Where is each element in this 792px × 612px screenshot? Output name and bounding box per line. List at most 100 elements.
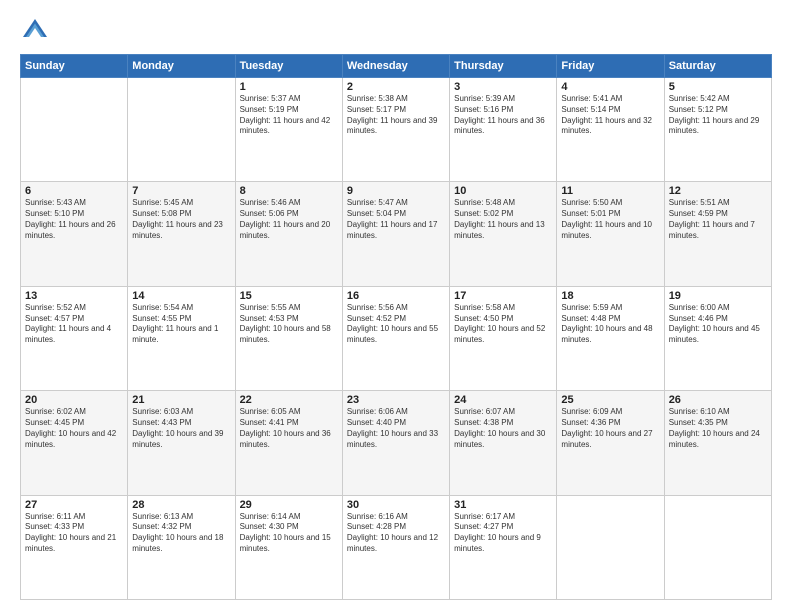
cell-info: Sunrise: 6:10 AMSunset: 4:35 PMDaylight:… — [669, 407, 767, 450]
weekday-header-row: SundayMondayTuesdayWednesdayThursdayFrid… — [21, 55, 772, 78]
calendar-cell: 22Sunrise: 6:05 AMSunset: 4:41 PMDayligh… — [235, 391, 342, 495]
calendar-cell: 15Sunrise: 5:55 AMSunset: 4:53 PMDayligh… — [235, 286, 342, 390]
day-number: 9 — [347, 185, 445, 197]
day-number: 4 — [561, 81, 659, 93]
day-number: 22 — [240, 394, 338, 406]
day-number: 20 — [25, 394, 123, 406]
day-number: 2 — [347, 81, 445, 93]
day-number: 8 — [240, 185, 338, 197]
cell-info: Sunrise: 6:16 AMSunset: 4:28 PMDaylight:… — [347, 512, 445, 555]
calendar-cell: 30Sunrise: 6:16 AMSunset: 4:28 PMDayligh… — [342, 495, 449, 599]
calendar-cell — [557, 495, 664, 599]
header — [20, 16, 772, 46]
weekday-saturday: Saturday — [664, 55, 771, 78]
day-number: 5 — [669, 81, 767, 93]
cell-info: Sunrise: 6:03 AMSunset: 4:43 PMDaylight:… — [132, 407, 230, 450]
cell-info: Sunrise: 6:11 AMSunset: 4:33 PMDaylight:… — [25, 512, 123, 555]
week-row-3: 13Sunrise: 5:52 AMSunset: 4:57 PMDayligh… — [21, 286, 772, 390]
day-number: 18 — [561, 290, 659, 302]
cell-info: Sunrise: 5:58 AMSunset: 4:50 PMDaylight:… — [454, 303, 552, 346]
logo-icon — [20, 16, 50, 46]
calendar-cell: 16Sunrise: 5:56 AMSunset: 4:52 PMDayligh… — [342, 286, 449, 390]
calendar-cell: 26Sunrise: 6:10 AMSunset: 4:35 PMDayligh… — [664, 391, 771, 495]
weekday-monday: Monday — [128, 55, 235, 78]
cell-info: Sunrise: 5:48 AMSunset: 5:02 PMDaylight:… — [454, 198, 552, 241]
day-number: 1 — [240, 81, 338, 93]
calendar-cell: 6Sunrise: 5:43 AMSunset: 5:10 PMDaylight… — [21, 182, 128, 286]
cell-info: Sunrise: 6:07 AMSunset: 4:38 PMDaylight:… — [454, 407, 552, 450]
cell-info: Sunrise: 5:56 AMSunset: 4:52 PMDaylight:… — [347, 303, 445, 346]
cell-info: Sunrise: 6:05 AMSunset: 4:41 PMDaylight:… — [240, 407, 338, 450]
cell-info: Sunrise: 5:52 AMSunset: 4:57 PMDaylight:… — [25, 303, 123, 346]
day-number: 12 — [669, 185, 767, 197]
calendar-cell: 8Sunrise: 5:46 AMSunset: 5:06 PMDaylight… — [235, 182, 342, 286]
weekday-sunday: Sunday — [21, 55, 128, 78]
cell-info: Sunrise: 5:43 AMSunset: 5:10 PMDaylight:… — [25, 198, 123, 241]
cell-info: Sunrise: 5:59 AMSunset: 4:48 PMDaylight:… — [561, 303, 659, 346]
calendar-cell: 12Sunrise: 5:51 AMSunset: 4:59 PMDayligh… — [664, 182, 771, 286]
calendar-cell: 14Sunrise: 5:54 AMSunset: 4:55 PMDayligh… — [128, 286, 235, 390]
calendar-cell: 10Sunrise: 5:48 AMSunset: 5:02 PMDayligh… — [450, 182, 557, 286]
calendar-cell: 2Sunrise: 5:38 AMSunset: 5:17 PMDaylight… — [342, 78, 449, 182]
day-number: 10 — [454, 185, 552, 197]
calendar-cell: 9Sunrise: 5:47 AMSunset: 5:04 PMDaylight… — [342, 182, 449, 286]
calendar-cell — [128, 78, 235, 182]
cell-info: Sunrise: 5:47 AMSunset: 5:04 PMDaylight:… — [347, 198, 445, 241]
week-row-5: 27Sunrise: 6:11 AMSunset: 4:33 PMDayligh… — [21, 495, 772, 599]
cell-info: Sunrise: 6:02 AMSunset: 4:45 PMDaylight:… — [25, 407, 123, 450]
calendar-cell: 3Sunrise: 5:39 AMSunset: 5:16 PMDaylight… — [450, 78, 557, 182]
week-row-4: 20Sunrise: 6:02 AMSunset: 4:45 PMDayligh… — [21, 391, 772, 495]
day-number: 17 — [454, 290, 552, 302]
calendar-cell: 18Sunrise: 5:59 AMSunset: 4:48 PMDayligh… — [557, 286, 664, 390]
calendar-cell: 29Sunrise: 6:14 AMSunset: 4:30 PMDayligh… — [235, 495, 342, 599]
day-number: 11 — [561, 185, 659, 197]
day-number: 29 — [240, 499, 338, 511]
calendar-cell: 23Sunrise: 6:06 AMSunset: 4:40 PMDayligh… — [342, 391, 449, 495]
calendar-cell: 21Sunrise: 6:03 AMSunset: 4:43 PMDayligh… — [128, 391, 235, 495]
cell-info: Sunrise: 5:38 AMSunset: 5:17 PMDaylight:… — [347, 94, 445, 137]
calendar-table: SundayMondayTuesdayWednesdayThursdayFrid… — [20, 54, 772, 600]
calendar-cell: 5Sunrise: 5:42 AMSunset: 5:12 PMDaylight… — [664, 78, 771, 182]
cell-info: Sunrise: 6:17 AMSunset: 4:27 PMDaylight:… — [454, 512, 552, 555]
calendar-cell: 20Sunrise: 6:02 AMSunset: 4:45 PMDayligh… — [21, 391, 128, 495]
weekday-thursday: Thursday — [450, 55, 557, 78]
cell-info: Sunrise: 5:41 AMSunset: 5:14 PMDaylight:… — [561, 94, 659, 137]
day-number: 13 — [25, 290, 123, 302]
calendar-cell — [664, 495, 771, 599]
cell-info: Sunrise: 6:14 AMSunset: 4:30 PMDaylight:… — [240, 512, 338, 555]
calendar-cell: 27Sunrise: 6:11 AMSunset: 4:33 PMDayligh… — [21, 495, 128, 599]
day-number: 25 — [561, 394, 659, 406]
day-number: 6 — [25, 185, 123, 197]
calendar-cell: 28Sunrise: 6:13 AMSunset: 4:32 PMDayligh… — [128, 495, 235, 599]
calendar-cell: 4Sunrise: 5:41 AMSunset: 5:14 PMDaylight… — [557, 78, 664, 182]
day-number: 3 — [454, 81, 552, 93]
cell-info: Sunrise: 6:13 AMSunset: 4:32 PMDaylight:… — [132, 512, 230, 555]
cell-info: Sunrise: 5:46 AMSunset: 5:06 PMDaylight:… — [240, 198, 338, 241]
weekday-friday: Friday — [557, 55, 664, 78]
cell-info: Sunrise: 5:42 AMSunset: 5:12 PMDaylight:… — [669, 94, 767, 137]
logo — [20, 16, 54, 46]
calendar-cell: 31Sunrise: 6:17 AMSunset: 4:27 PMDayligh… — [450, 495, 557, 599]
calendar-cell — [21, 78, 128, 182]
day-number: 21 — [132, 394, 230, 406]
cell-info: Sunrise: 5:50 AMSunset: 5:01 PMDaylight:… — [561, 198, 659, 241]
calendar-cell: 1Sunrise: 5:37 AMSunset: 5:19 PMDaylight… — [235, 78, 342, 182]
cell-info: Sunrise: 6:00 AMSunset: 4:46 PMDaylight:… — [669, 303, 767, 346]
day-number: 28 — [132, 499, 230, 511]
calendar-cell: 24Sunrise: 6:07 AMSunset: 4:38 PMDayligh… — [450, 391, 557, 495]
calendar-cell: 13Sunrise: 5:52 AMSunset: 4:57 PMDayligh… — [21, 286, 128, 390]
day-number: 24 — [454, 394, 552, 406]
day-number: 23 — [347, 394, 445, 406]
page: SundayMondayTuesdayWednesdayThursdayFrid… — [0, 0, 792, 612]
cell-info: Sunrise: 5:55 AMSunset: 4:53 PMDaylight:… — [240, 303, 338, 346]
calendar-cell: 17Sunrise: 5:58 AMSunset: 4:50 PMDayligh… — [450, 286, 557, 390]
cell-info: Sunrise: 5:37 AMSunset: 5:19 PMDaylight:… — [240, 94, 338, 137]
cell-info: Sunrise: 6:06 AMSunset: 4:40 PMDaylight:… — [347, 407, 445, 450]
cell-info: Sunrise: 5:54 AMSunset: 4:55 PMDaylight:… — [132, 303, 230, 346]
calendar-cell: 7Sunrise: 5:45 AMSunset: 5:08 PMDaylight… — [128, 182, 235, 286]
calendar-cell: 19Sunrise: 6:00 AMSunset: 4:46 PMDayligh… — [664, 286, 771, 390]
day-number: 16 — [347, 290, 445, 302]
day-number: 30 — [347, 499, 445, 511]
calendar-cell: 11Sunrise: 5:50 AMSunset: 5:01 PMDayligh… — [557, 182, 664, 286]
week-row-2: 6Sunrise: 5:43 AMSunset: 5:10 PMDaylight… — [21, 182, 772, 286]
